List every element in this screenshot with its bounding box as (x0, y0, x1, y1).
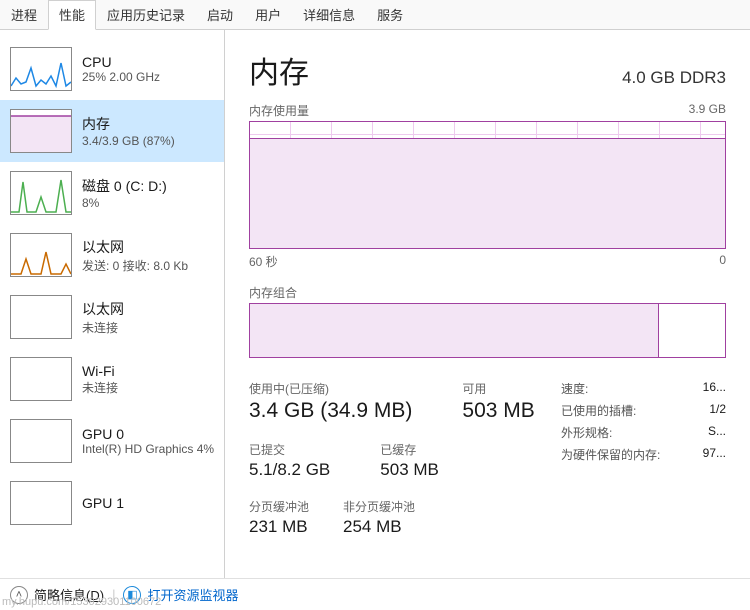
slots-label: 已使用的插槽: (561, 402, 636, 419)
ethernet-chart-icon (10, 295, 72, 339)
speed-label: 速度: (561, 380, 588, 397)
paged-value: 231 MB (249, 517, 309, 537)
sidebar-item-title: 内存 (82, 114, 175, 134)
paged-label: 分页缓冲池 (249, 498, 309, 515)
available-value: 503 MB (462, 399, 534, 423)
sidebar-item-memory[interactable]: 内存 3.4/3.9 GB (87%) (0, 100, 224, 162)
page-title: 内存 (249, 48, 309, 92)
sidebar-item-wifi[interactable]: Wi-Fi 未连接 (0, 348, 224, 410)
sidebar-item-title: Wi-Fi (82, 363, 118, 379)
disk-chart-icon (10, 171, 72, 215)
sidebar-item-title: GPU 0 (82, 426, 214, 442)
tab-details[interactable]: 详细信息 (292, 0, 366, 29)
cached-label: 已缓存 (380, 441, 439, 458)
sidebar-item-sub: Intel(R) HD Graphics 4% (82, 442, 214, 456)
inuse-value: 3.4 GB (34.9 MB) (249, 399, 412, 423)
ethernet-chart-icon (10, 233, 72, 277)
hwreserved-label: 为硬件保留的内存: (561, 446, 660, 463)
sidebar-item-sub: 3.4/3.9 GB (87%) (82, 134, 175, 148)
x-axis-right: 0 (719, 253, 726, 270)
inuse-label: 使用中(已压缩) (249, 380, 412, 397)
tab-performance[interactable]: 性能 (48, 0, 96, 30)
memory-composition-chart[interactable] (249, 303, 726, 358)
cached-value: 503 MB (380, 460, 439, 480)
nonpaged-label: 非分页缓冲池 (343, 498, 415, 515)
form-value: S... (708, 424, 726, 441)
sidebar-item-title: CPU (82, 54, 160, 70)
tab-processes[interactable]: 进程 (0, 0, 48, 29)
gpu-chart-icon (10, 481, 72, 525)
sidebar-item-sub: 25% 2.00 GHz (82, 70, 160, 84)
watermark: my.hupu.com/153929301100672 (2, 596, 161, 608)
tab-users[interactable]: 用户 (244, 0, 292, 29)
memory-usage-chart[interactable] (249, 121, 726, 249)
memory-chart-icon (10, 109, 72, 153)
available-label: 可用 (462, 380, 534, 397)
slots-value: 1/2 (709, 402, 726, 419)
sidebar-item-gpu-0[interactable]: GPU 0 Intel(R) HD Graphics 4% (0, 410, 224, 472)
tab-startup[interactable]: 启动 (196, 0, 244, 29)
sidebar-item-sub: 发送: 0 接收: 8.0 Kb (82, 257, 188, 274)
tab-services[interactable]: 服务 (366, 0, 414, 29)
sidebar-item-title: 以太网 (82, 299, 124, 319)
sidebar-item-title: GPU 1 (82, 495, 124, 511)
sidebar-item-title: 磁盘 0 (C: D:) (82, 176, 167, 196)
tab-app-history[interactable]: 应用历史记录 (96, 0, 196, 29)
form-label: 外形规格: (561, 424, 612, 441)
sidebar-item-ethernet-1[interactable]: 以太网 发送: 0 接收: 8.0 Kb (0, 224, 224, 286)
gpu-chart-icon (10, 419, 72, 463)
sidebar-item-disk[interactable]: 磁盘 0 (C: D:) 8% (0, 162, 224, 224)
memory-spec: 4.0 GB DDR3 (622, 68, 726, 88)
committed-label: 已提交 (249, 441, 330, 458)
sidebar-item-sub: 未连接 (82, 379, 118, 396)
content-panel: 内存 4.0 GB DDR3 内存使用量 3.9 GB 60 秒 0 内存组合 … (225, 30, 750, 578)
sidebar-item-ethernet-2[interactable]: 以太网 未连接 (0, 286, 224, 348)
sidebar-item-sub: 8% (82, 196, 167, 210)
hwreserved-value: 97... (703, 446, 726, 463)
sidebar-item-title: 以太网 (82, 237, 188, 257)
tab-bar: 进程 性能 应用历史记录 启动 用户 详细信息 服务 (0, 0, 750, 30)
sidebar: CPU 25% 2.00 GHz 内存 3.4/3.9 GB (87%) 磁盘 … (0, 30, 225, 578)
speed-value: 16... (703, 380, 726, 397)
sidebar-item-sub: 未连接 (82, 319, 124, 336)
wifi-chart-icon (10, 357, 72, 401)
usage-chart-label: 内存使用量 (249, 102, 309, 119)
sidebar-item-cpu[interactable]: CPU 25% 2.00 GHz (0, 38, 224, 100)
sidebar-item-gpu-1[interactable]: GPU 1 (0, 472, 224, 534)
nonpaged-value: 254 MB (343, 517, 415, 537)
committed-value: 5.1/8.2 GB (249, 460, 330, 480)
usage-chart-max: 3.9 GB (689, 102, 726, 119)
cpu-chart-icon (10, 47, 72, 91)
composition-chart-label: 内存组合 (249, 284, 297, 301)
x-axis-left: 60 秒 (249, 253, 278, 270)
